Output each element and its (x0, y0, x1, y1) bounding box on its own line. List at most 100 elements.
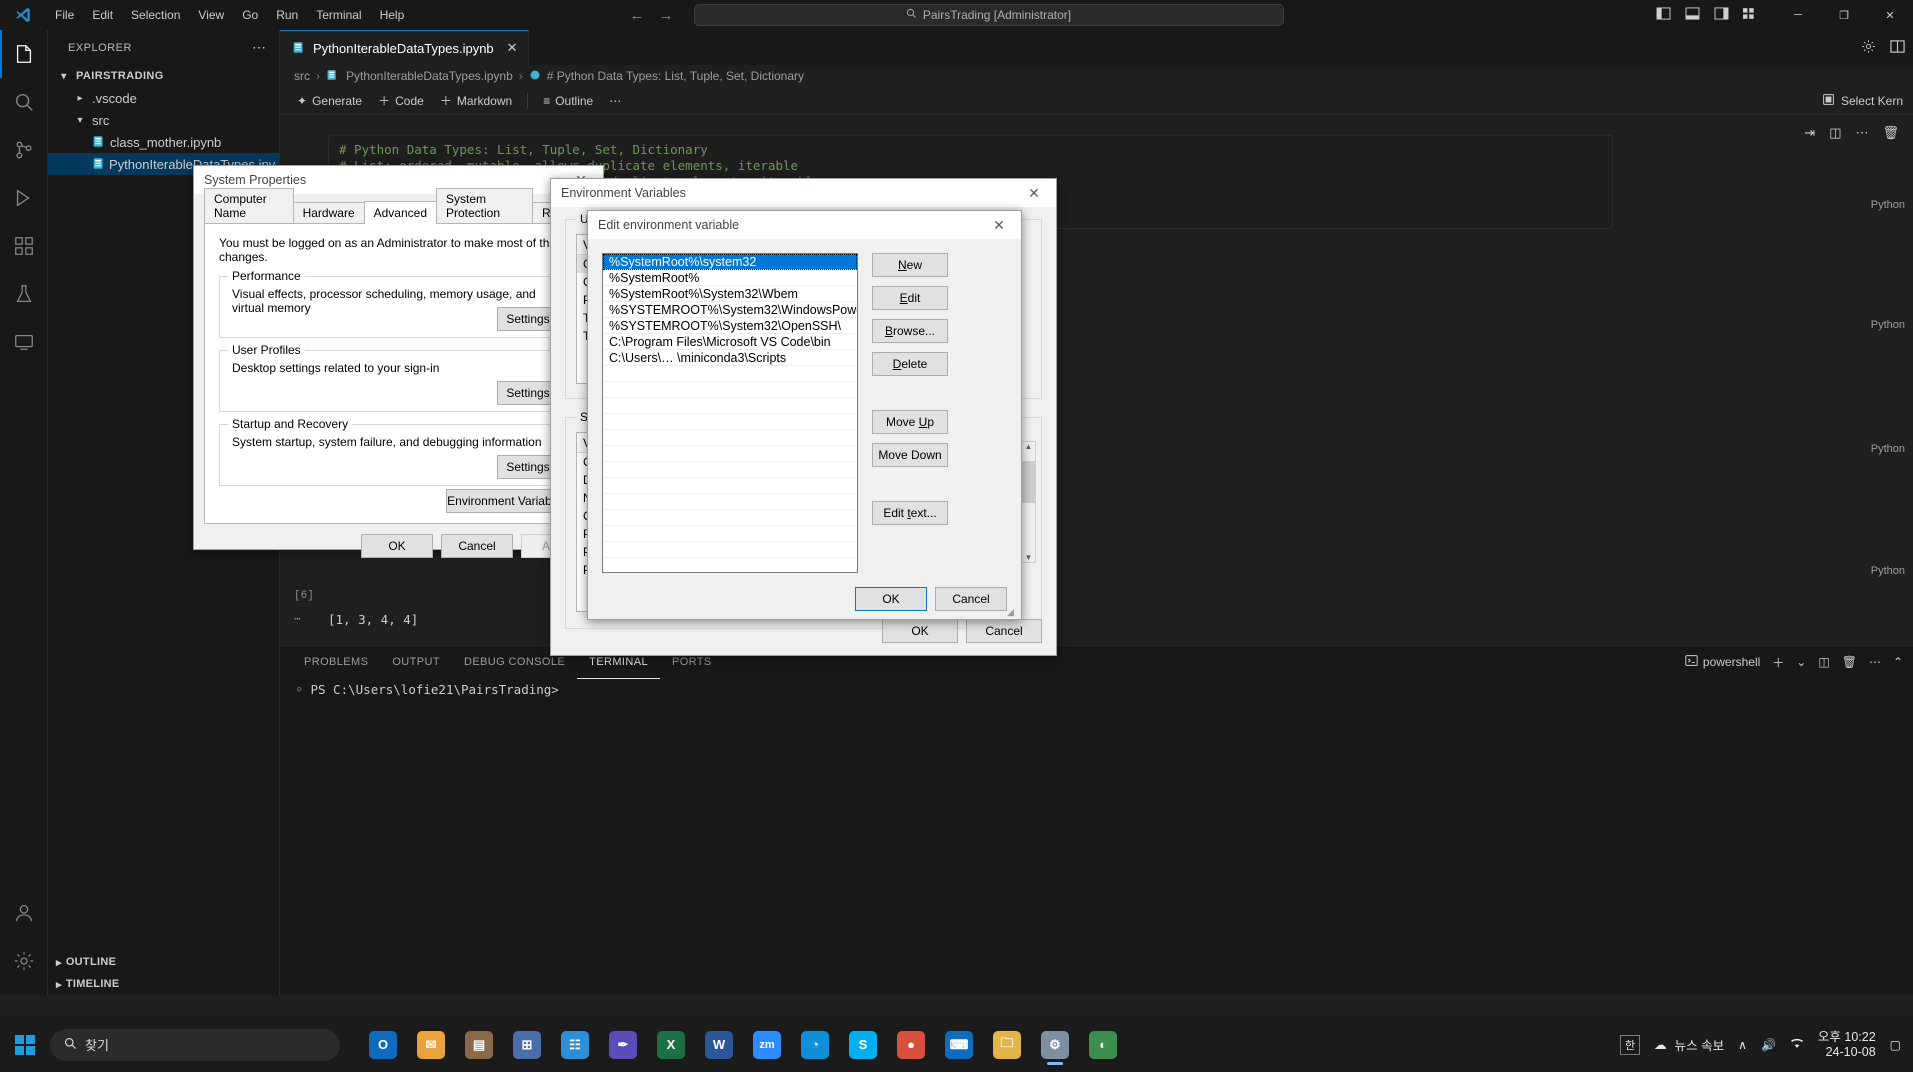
outline-button[interactable]: ≡ Outline (536, 92, 600, 110)
taskbar-app-chrome[interactable]: ● (890, 1024, 932, 1066)
taskbar-app-microsoft-store[interactable]: ⊞ (506, 1024, 548, 1066)
path-entry-empty[interactable] (603, 398, 857, 414)
select-kernel-button[interactable]: Select Kern (1822, 93, 1903, 109)
activitybar-search[interactable] (0, 78, 48, 126)
ok-button[interactable]: OK (855, 587, 927, 611)
menu-go[interactable]: Go (233, 0, 267, 30)
path-entry-empty[interactable] (603, 462, 857, 478)
taskbar-clock[interactable]: 오후 10:22 24-10-08 (1818, 1030, 1876, 1060)
path-entry-4[interactable]: %SYSTEMROOT%\System32\OpenSSH\ (603, 318, 857, 334)
menu-help[interactable]: Help (371, 0, 414, 30)
scrollbar-thumb[interactable] (1022, 461, 1035, 503)
split-terminal-icon[interactable]: ◫ (1818, 655, 1829, 669)
menu-file[interactable]: File (46, 0, 83, 30)
path-entry-3[interactable]: %SYSTEMROOT%\System32\WindowsPowerShell\… (603, 302, 857, 318)
forward-arrow-icon[interactable]: → (659, 7, 674, 24)
editor-tab-python-iterable-datatypes[interactable]: PythonIterableDataTypes.ipynb ✕ (280, 30, 529, 65)
system-properties-tabstrip[interactable]: Computer Name Hardware Advanced System P… (204, 188, 594, 224)
taskbar-app-word[interactable]: W (698, 1024, 740, 1066)
path-entry-empty[interactable] (603, 414, 857, 430)
ok-button[interactable]: OK (361, 534, 433, 558)
menu-edit[interactable]: Edit (83, 0, 122, 30)
menu-view[interactable]: View (189, 0, 233, 30)
path-entry-empty[interactable] (603, 382, 857, 398)
kill-terminal-icon[interactable]: 🗑 (1842, 655, 1857, 669)
activitybar-settings-gear-icon[interactable] (0, 937, 48, 985)
generate-button[interactable]: ✦ Generate (290, 92, 369, 110)
toggle-secondary-sidebar-icon[interactable] (1714, 7, 1729, 23)
edit-text-button[interactable]: Edit text... (872, 501, 948, 525)
add-markdown-cell-button[interactable]: ＋ Markdown (433, 90, 519, 111)
browse-button[interactable]: Browse... (872, 319, 948, 343)
path-entry-5[interactable]: C:\Program Files\Microsoft VS Code\bin (603, 334, 857, 350)
tab-system-protection[interactable]: System Protection (436, 188, 533, 223)
terminal-shell-selector[interactable]: powershell (1685, 654, 1760, 670)
panel-more-actions-icon[interactable]: ⋯ (1869, 655, 1881, 669)
taskbar-app-kakaotalk[interactable]: ✉ (410, 1024, 452, 1066)
menu-terminal[interactable]: Terminal (307, 0, 370, 30)
menu-selection[interactable]: Selection (122, 0, 189, 30)
path-entry-empty[interactable] (603, 430, 857, 446)
panel-tab-output[interactable]: OUTPUT (380, 646, 452, 678)
path-entry-6[interactable]: C:\Users\… \miniconda3\Scripts (603, 350, 857, 366)
breadcrumb[interactable]: src › PythonIterableDataTypes.ipynb › # … (280, 65, 1913, 87)
tray-overflow-chevron-icon[interactable]: ∧ (1738, 1038, 1747, 1052)
menu-run[interactable]: Run (267, 0, 307, 30)
add-code-cell-button[interactable]: ＋ Code (371, 90, 431, 111)
cancel-button[interactable]: Cancel (966, 619, 1042, 643)
sidebar-section-timeline[interactable]: ▸ TIMELINE (48, 973, 280, 995)
explorer-root-folder[interactable]: ▾ PAIRSTRADING (48, 65, 279, 87)
taskbar-app-vscode[interactable]: ⌨ (938, 1024, 980, 1066)
toggle-primary-sidebar-icon[interactable] (1656, 7, 1671, 23)
path-entry-empty[interactable] (603, 526, 857, 542)
ok-button[interactable]: OK (882, 619, 958, 643)
window-maximize-button[interactable]: ❐ (1821, 0, 1867, 30)
taskbar-app-skype[interactable]: S (842, 1024, 884, 1066)
taskbar-app-notion[interactable]: ✒ (602, 1024, 644, 1066)
customize-layout-icon[interactable] (1743, 7, 1759, 23)
collapse-panel-icon[interactable]: ⌃ (1893, 655, 1903, 669)
tab-hardware[interactable]: Hardware (292, 202, 365, 223)
scroll-down-icon[interactable]: ▼ (1025, 553, 1033, 562)
resize-grip-icon[interactable]: ◢ (1007, 607, 1019, 619)
panel-actions[interactable]: powershell ＋ ⌄ ◫ 🗑 ⋯ ⌃ (1685, 646, 1903, 678)
taskbar-app-edge[interactable]: ◔ (794, 1024, 836, 1066)
taskbar-app-zoom[interactable]: zm (746, 1024, 788, 1066)
path-entry-empty[interactable] (603, 478, 857, 494)
cancel-button[interactable]: Cancel (441, 534, 513, 558)
taskbar-app-outlook[interactable]: O (362, 1024, 404, 1066)
close-icon[interactable]: ✕ (1012, 179, 1056, 207)
ime-indicator[interactable]: 한 (1620, 1034, 1641, 1055)
taskbar-app-system-properties[interactable]: ⚙ (1034, 1024, 1076, 1066)
explorer-item-vscode[interactable]: ▸ .vscode (48, 87, 279, 109)
explorer-item-src[interactable]: ▾ src (48, 109, 279, 131)
path-entry-1[interactable]: %SystemRoot% (603, 270, 857, 286)
explorer-more-actions-icon[interactable]: ⋯ (252, 39, 267, 56)
split-editor-icon[interactable] (1890, 39, 1905, 57)
news-widget[interactable]: ☁ 뉴스 속보 (1654, 1035, 1724, 1054)
breadcrumb-file[interactable]: PythonIterableDataTypes.ipynb (346, 69, 513, 83)
quick-open-input[interactable]: PairsTrading [Administrator] (693, 4, 1284, 26)
layout-controls[interactable] (1656, 7, 1775, 23)
cancel-button[interactable]: Cancel (935, 587, 1007, 611)
new-terminal-icon[interactable]: ＋ (1772, 654, 1784, 671)
taskbar-app-calendar[interactable]: ☷ (554, 1024, 596, 1066)
network-icon[interactable] (1790, 1036, 1804, 1053)
activitybar-extensions[interactable] (0, 222, 48, 270)
path-entries-list[interactable]: %SystemRoot%\system32 %SystemRoot% %Syst… (602, 253, 858, 573)
path-entry-empty[interactable] (603, 366, 857, 382)
terminal-body[interactable]: ⚬ PS C:\Users\lofie21\PairsTrading> (280, 678, 1913, 697)
new-button[interactable]: New (872, 253, 948, 277)
vscode-menubar[interactable]: File Edit Selection View Go Run Terminal… (46, 0, 413, 30)
path-entry-empty[interactable] (603, 542, 857, 558)
settings-gear-icon[interactable] (1861, 39, 1876, 57)
edit-environment-variable-dialog[interactable]: Edit environment variable ✕ %SystemRoot%… (587, 210, 1022, 620)
scroll-up-icon[interactable]: ▲ (1025, 442, 1033, 451)
breadcrumb-src[interactable]: src (294, 69, 310, 83)
system-variables-scrollbar[interactable]: ▲ ▼ (1021, 441, 1036, 563)
activitybar-remote-explorer[interactable] (0, 318, 48, 366)
window-close-button[interactable]: ✕ (1867, 0, 1913, 30)
window-minimize-button[interactable]: ─ (1775, 0, 1821, 30)
path-entry-2[interactable]: %SystemRoot%\System32\Wbem (603, 286, 857, 302)
activitybar-explorer[interactable] (0, 30, 48, 78)
